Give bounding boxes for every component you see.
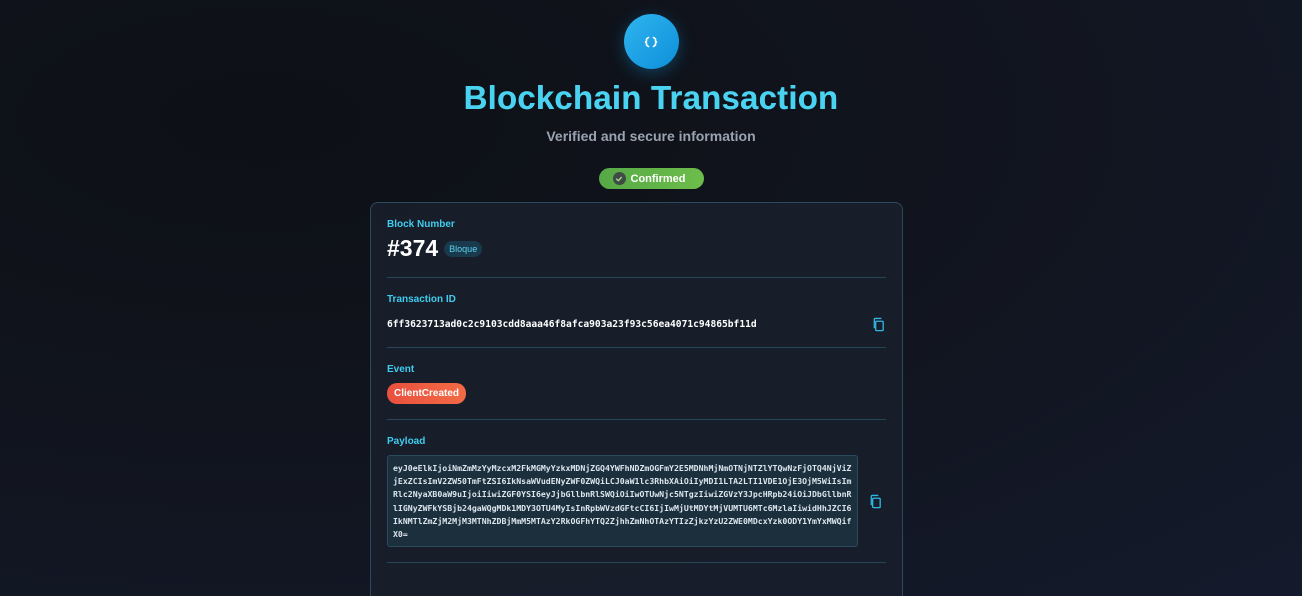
event-badge: ClientCreated bbox=[387, 383, 467, 404]
event-label: Event bbox=[387, 364, 415, 375]
copy-transaction-id-button[interactable] bbox=[870, 316, 886, 332]
copy-icon bbox=[873, 317, 884, 331]
transaction-id-label: Transaction ID bbox=[387, 294, 456, 305]
transaction-card: Block Number #374 Bloque Transaction ID … bbox=[370, 202, 903, 596]
block-section: Block Number #374 Bloque bbox=[387, 203, 886, 278]
payload-section: Payload eyJ0eElkIjoiNmZmMzYyMzcxM2FkMGMy… bbox=[387, 420, 886, 563]
transaction-section: Transaction ID 6ff3623713ad0c2c9103cdd8a… bbox=[387, 278, 886, 348]
event-section: Event ClientCreated bbox=[387, 348, 886, 420]
copy-payload-button[interactable] bbox=[867, 493, 883, 509]
block-number-value: #374 bbox=[387, 235, 439, 261]
copy-icon bbox=[870, 494, 881, 508]
status-label: Confirmed bbox=[630, 172, 686, 185]
code-braces-icon bbox=[644, 36, 658, 47]
logo bbox=[623, 14, 679, 69]
page-title: Blockchain Transaction bbox=[463, 79, 839, 116]
payload-label: Payload bbox=[387, 436, 426, 447]
block-number-label: Block Number bbox=[387, 219, 455, 230]
status-badge: Confirmed bbox=[598, 168, 704, 189]
transaction-id-value: 6ff3623713ad0c2c9103cdd8aaa46f8afca903a2… bbox=[387, 318, 757, 330]
block-tag: Bloque bbox=[444, 240, 483, 257]
page-header: Blockchain Transaction Verified and secu… bbox=[0, 0, 1302, 189]
payload-value: eyJ0eElkIjoiNmZmMzYyMzcxM2FkMGMyYzkxMDNj… bbox=[387, 455, 858, 547]
page-subtitle: Verified and secure information bbox=[546, 128, 756, 144]
check-circle-icon bbox=[612, 172, 626, 185]
